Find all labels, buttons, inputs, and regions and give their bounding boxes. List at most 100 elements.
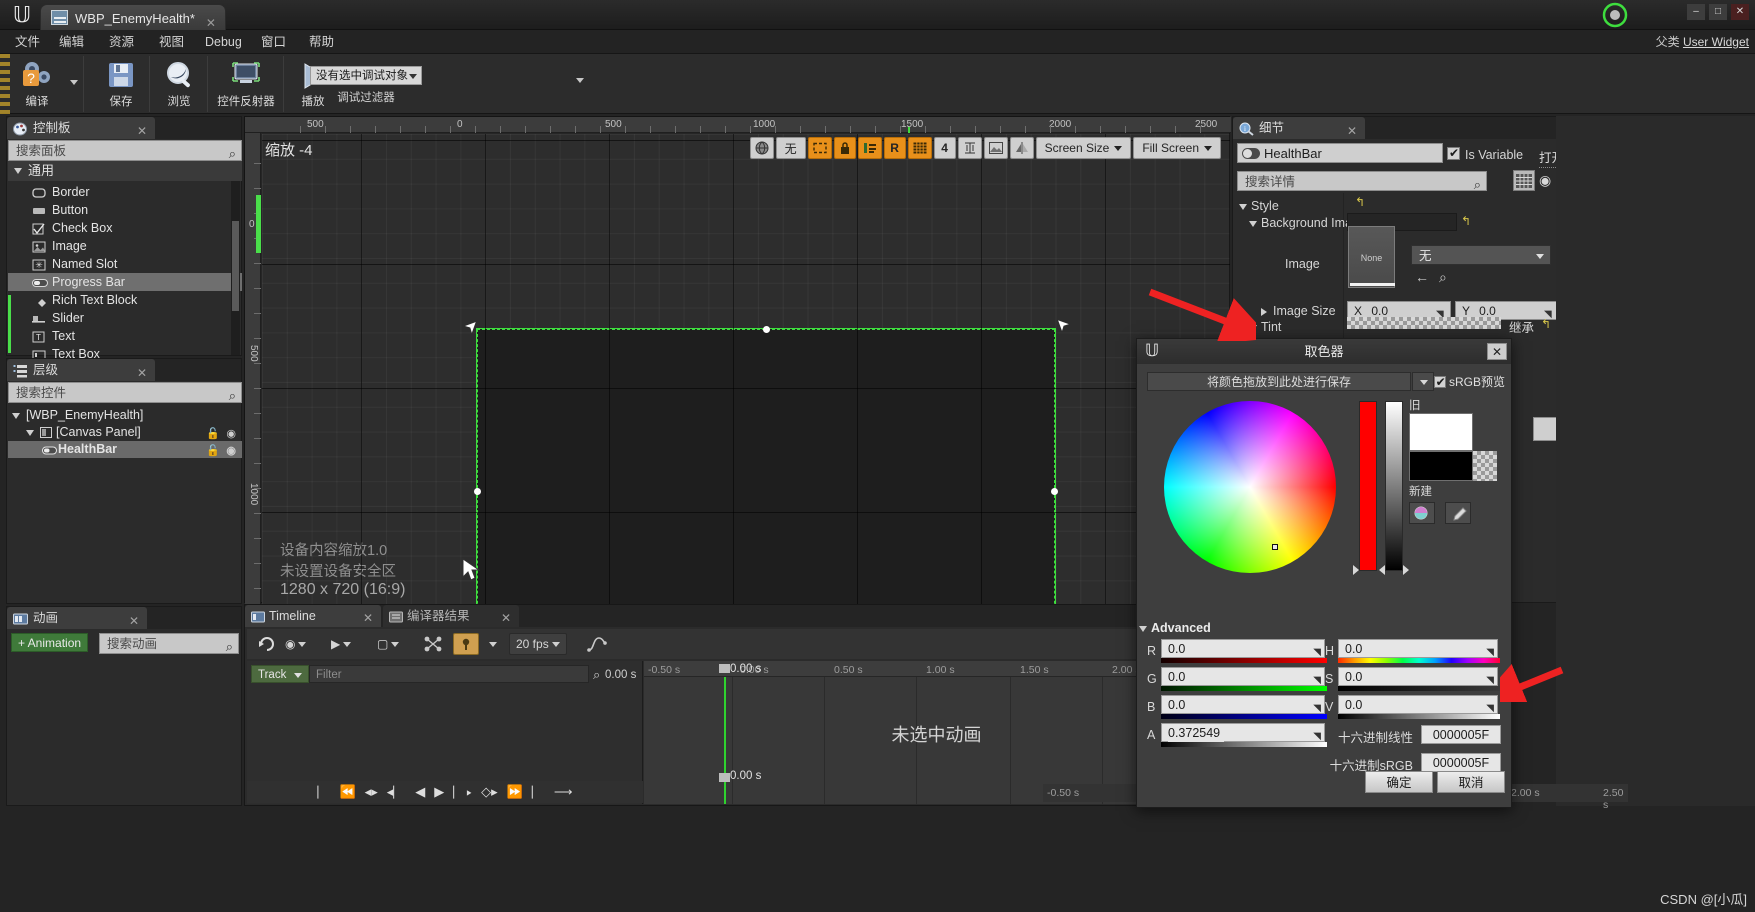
is-variable-checkbox[interactable] [1447,146,1460,160]
color-picker-dialog[interactable]: 𝕌 取色器 ✕ 将颜色拖放到此处进行保存 sRGB预览 旧 新建 [1136,338,1512,808]
hierarchy-item-canvas-panel[interactable]: [Canvas Panel] 🔓 ◉ [8,424,242,441]
value-slider-handle-right[interactable] [1403,565,1409,575]
list-toggle-button[interactable] [857,137,882,159]
next-key-icon[interactable]: ◇▸ [481,784,498,800]
tint-color-swatch[interactable] [1347,317,1501,329]
maximize-button[interactable]: □ [1709,4,1727,20]
image-asset-dropdown[interactable]: 无 [1411,245,1551,265]
window-close-button[interactable]: ✕ [1731,4,1749,20]
tab-details[interactable]: i 细节 ✕ [1233,117,1365,139]
red-channel-gradient[interactable] [1161,658,1327,663]
parent-class-value[interactable]: User Widget [1683,35,1749,49]
style-category-header[interactable]: Style [1239,199,1279,213]
reset-to-default-icon[interactable]: ↰ [1355,195,1365,209]
hierarchy-search-input[interactable]: 搜索控件 ⌕ [8,382,242,403]
details-columns-button[interactable] [1513,170,1535,191]
add-animation-button[interactable]: + Animation [11,633,89,652]
saturation-slider-handle[interactable] [1353,565,1359,575]
jump-to-end-icon[interactable]: ⎸ [532,784,545,800]
widget-name-input[interactable]: HealthBar [1237,143,1443,163]
palette-item-border[interactable]: Border [8,183,242,201]
details-search-input[interactable]: 搜索详情 ⌕ [1237,171,1487,192]
screen-size-dropdown[interactable]: Screen Size [1035,137,1132,159]
add-key-button[interactable] [453,633,479,655]
next-frame-icon[interactable]: ⎸▸ [453,784,472,800]
use-selected-asset-icon[interactable]: ← [1415,269,1429,285]
palette-item-text[interactable]: T Text [8,327,242,345]
menu-item-window[interactable]: 窗口 [252,30,295,54]
color-theme-button[interactable] [1409,502,1435,524]
compile-options-chevron-down-icon[interactable] [70,80,78,85]
palette-item-progress-bar[interactable]: Progress Bar [8,273,242,291]
palette-scrollbar[interactable] [231,181,240,355]
advanced-section-header[interactable]: Advanced [1139,621,1211,635]
tab-animations[interactable]: 动画 ✕ [7,607,147,629]
tab-hierarchy[interactable]: 层级 ✕ [7,359,155,381]
resize-handle-middle-right[interactable] [1051,488,1058,495]
palette-search-input[interactable]: 搜索面板 ⌕ [8,140,242,161]
search-icon[interactable]: ⌕ [593,667,600,683]
close-icon[interactable]: ✕ [129,610,139,632]
blue-channel-gradient[interactable] [1161,714,1327,719]
chevron-down-icon[interactable] [12,413,20,419]
animation-search-input[interactable]: 搜索动画 ⌕ [99,633,239,654]
menu-item-file[interactable]: 文件 [6,30,49,54]
red-channel-input[interactable]: 0.0 ◥ [1161,639,1325,658]
jump-to-start-icon[interactable]: ⎸ [317,784,330,800]
play-forward-icon[interactable]: ▶ [434,784,444,800]
lock-toggle-button[interactable] [833,137,856,159]
loop-range-icon[interactable]: ⟶ [554,784,573,800]
value-gradient[interactable] [1338,714,1500,719]
tint-header[interactable]: Tint [1249,320,1281,334]
blue-channel-input[interactable]: 0.0 ◥ [1161,695,1325,714]
alpha-channel-input[interactable]: 0.372549 ◥ [1161,723,1325,743]
hue-gradient[interactable] [1338,658,1500,663]
close-icon[interactable]: ✕ [501,607,511,629]
palette-item-slider[interactable]: Slider [8,309,242,327]
browse-button[interactable]: 浏览 [150,56,208,110]
tab-compiler-results[interactable]: 编译器结果 ✕ [383,605,519,627]
color-wheel-cursor[interactable] [1272,544,1278,550]
resize-handle-middle-left[interactable] [474,488,481,495]
play-options-chevron-down-icon[interactable] [576,78,584,83]
palette-group-common[interactable]: 通用 [8,161,242,181]
color-save-dropzone[interactable]: 将颜色拖放到此处进行保存 [1147,372,1411,391]
grid-size-input[interactable]: 4 [933,137,956,159]
palette-item-named-slot[interactable]: ✳ Named Slot [8,255,242,273]
palette-item-check-box[interactable]: Check Box [8,219,242,237]
loop-mode-button[interactable]: ▢ [373,633,403,655]
resize-handle-top-center[interactable] [763,326,770,333]
color-save-dropdown[interactable] [1412,372,1434,391]
locale-icon-button[interactable] [749,137,774,159]
timeline-playhead-handle[interactable] [719,664,730,673]
outline-toggle-button[interactable] [807,137,832,159]
hex-srgb-input[interactable]: 0000005F [1421,753,1501,772]
hex-linear-input[interactable]: 0000005F [1421,725,1501,744]
menu-item-help[interactable]: 帮助 [300,30,343,54]
palette-item-button[interactable]: Button [8,201,242,219]
asset-tab-wbp-enemyhealth[interactable]: WBP_EnemyHealth* ✕ [40,4,226,30]
close-icon[interactable]: ✕ [1487,343,1507,360]
visibility-button[interactable]: ◉ [281,633,310,655]
image-thumbnail[interactable]: None [1348,226,1395,288]
palette-item-image[interactable]: Image [8,237,242,255]
timeline-filter-input[interactable]: Filter [309,665,589,683]
add-track-button[interactable]: Track [251,665,309,683]
palette-item-rich-text-block[interactable]: Rich Text Block [8,291,242,309]
eyedropper-button[interactable] [1445,502,1471,524]
srgb-preview-row[interactable]: sRGB预览 [1433,373,1505,390]
timeline-footer-playhead-handle[interactable] [719,773,730,782]
fps-dropdown[interactable]: 20 fps [509,633,567,655]
drag-spinner-icon[interactable]: ◥ [1436,305,1447,320]
hierarchy-item-root[interactable]: [WBP_EnemyHealth] [8,407,242,424]
design-canvas-grid[interactable]: ➤ ➤ ➤ ➤ 设备内容缩放1.0 未设置设备安全区 1280 x 720 (1… [262,134,1230,669]
image-size-header[interactable]: Image Size [1261,304,1336,318]
designer-viewport[interactable]: 500 0 500 1000 1500 2000 2500 0 500 1000 [244,116,1231,669]
resize-handle-top-left[interactable]: ➤ [461,313,484,337]
play-reverse-icon[interactable]: ◀ [415,784,425,800]
menu-item-debug[interactable]: Debug [196,30,251,54]
ruler-toggle-button[interactable] [957,137,982,159]
chevron-down-icon[interactable] [26,430,34,436]
menu-item-view[interactable]: 视图 [150,30,193,54]
browse-asset-icon[interactable]: ⌕ [1439,269,1447,286]
